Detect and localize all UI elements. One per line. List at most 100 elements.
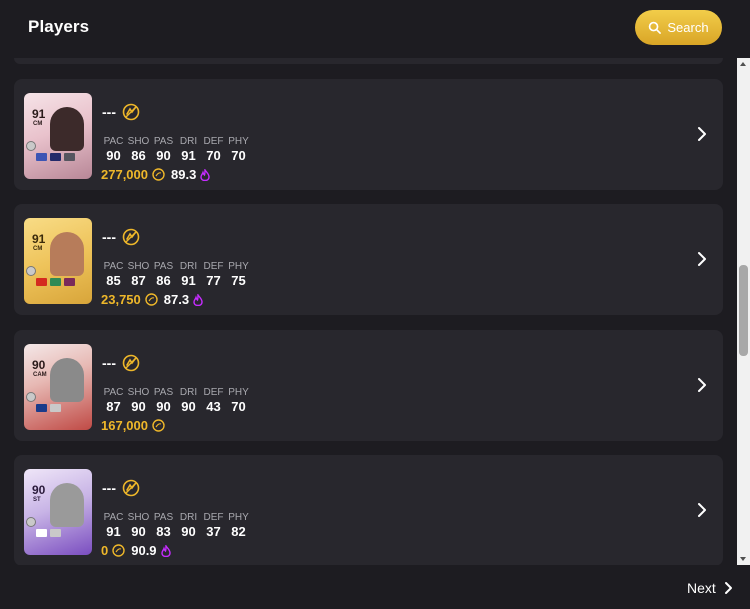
player-card-image[interactable]: 90 CAM	[24, 344, 92, 430]
next-button-label: Next	[687, 580, 716, 596]
stat-label: PAC	[103, 512, 124, 523]
price-value: 167,000	[101, 418, 148, 433]
scroll-down-arrow[interactable]	[740, 557, 746, 561]
stat-value: 70	[206, 148, 221, 163]
rarity-badge-icon	[26, 141, 36, 151]
player-portrait	[50, 358, 84, 402]
stat-value: 90	[131, 399, 146, 414]
stat-label: PAC	[103, 136, 124, 147]
flag-icon	[64, 278, 75, 286]
stat-label: PAC	[103, 261, 124, 272]
stats-row: PAC 90 SHO 86 PAS 90 DRI 91 DEF 70 PHY 70	[101, 135, 251, 164]
stat-label: PAS	[153, 136, 174, 147]
stat-value: 90	[181, 399, 196, 414]
stat-phy: PHY 70	[226, 135, 251, 164]
rarity-badge-icon	[26, 266, 36, 276]
price-value: 0	[101, 543, 109, 558]
stat-sho: SHO 86	[126, 135, 151, 164]
nation-club-league-icons	[36, 278, 75, 286]
fire-icon	[193, 293, 203, 306]
stat-value: 90	[156, 148, 171, 163]
coin-icon	[152, 168, 165, 181]
coin-icon	[112, 544, 125, 557]
player-card-image[interactable]: 91 CM	[24, 93, 92, 179]
player-portrait	[50, 483, 84, 527]
coin-icon	[152, 419, 165, 432]
stat-label: DRI	[179, 136, 198, 147]
price-rating-row: 167,000	[101, 418, 165, 433]
stat-pas: PAS 90	[151, 135, 176, 164]
chevron-right-icon[interactable]	[696, 251, 708, 267]
stat-def: DEF 37	[201, 511, 226, 540]
stat-value: 77	[206, 273, 221, 288]
stat-value: 87	[131, 273, 146, 288]
fire-icon	[200, 168, 211, 181]
player-rating-value: 90.9	[131, 543, 157, 558]
player-card[interactable]: 90 ST --- PAC 91 SHO 90 PAS 83 DRI 90 DEF 37 PHY 82 0 90…	[14, 455, 723, 566]
player-card[interactable]: 91 CM --- PAC 90 SHO 86 PAS 90 DRI 91 DEF 70 PHY 70 277…	[14, 79, 723, 190]
stat-phy: PHY 70	[226, 386, 251, 415]
stat-label: DEF	[203, 136, 224, 147]
flag-icon	[36, 278, 47, 286]
chemistry-style-icon	[122, 479, 140, 497]
card-position: CM	[33, 246, 43, 252]
stat-dri: DRI 91	[176, 260, 201, 289]
stat-pac: PAC 87	[101, 386, 126, 415]
next-button[interactable]: Next	[687, 580, 733, 596]
chevron-right-icon[interactable]	[696, 377, 708, 393]
player-portrait	[50, 232, 84, 276]
card-rating: 91	[32, 232, 46, 246]
stat-label: SHO	[127, 261, 150, 272]
price-value: 277,000	[101, 167, 148, 182]
previous-card-edge	[14, 58, 723, 64]
stat-value: 70	[231, 148, 246, 163]
stat-value: 90	[156, 399, 171, 414]
player-name: ---	[102, 480, 116, 496]
stat-label: DEF	[203, 261, 224, 272]
flag-icon	[36, 153, 47, 161]
stat-phy: PHY 75	[226, 260, 251, 289]
scroll-up-arrow[interactable]	[740, 62, 746, 66]
player-card-image[interactable]: 90 ST	[24, 469, 92, 555]
stat-label: SHO	[127, 387, 150, 398]
stats-row: PAC 87 SHO 90 PAS 90 DRI 90 DEF 43 PHY 70	[101, 386, 251, 415]
stat-label: PHY	[228, 387, 249, 398]
flag-icon	[50, 404, 61, 412]
stat-sho: SHO 90	[126, 386, 151, 415]
nation-club-league-icons	[36, 153, 75, 161]
card-position: CAM	[33, 372, 47, 378]
stat-sho: SHO 87	[126, 260, 151, 289]
stats-row: PAC 85 SHO 87 PAS 86 DRI 91 DEF 77 PHY 75	[101, 260, 251, 289]
stat-value: 91	[181, 148, 196, 163]
search-button[interactable]: Search	[635, 10, 722, 45]
stat-pac: PAC 90	[101, 135, 126, 164]
price-rating-row: 0 90.9	[101, 543, 171, 558]
search-icon	[649, 21, 662, 34]
price-rating-row: 277,000 89.3	[101, 167, 211, 182]
chevron-right-icon[interactable]	[696, 126, 708, 142]
stats-row: PAC 91 SHO 90 PAS 83 DRI 90 DEF 37 PHY 82	[101, 511, 251, 540]
chevron-right-icon	[724, 582, 732, 594]
stat-value: 82	[231, 524, 246, 539]
player-name: ---	[102, 104, 116, 120]
player-card[interactable]: 91 CM --- PAC 85 SHO 87 PAS 86 DRI 91 DEF 77 PHY 75 23,…	[14, 204, 723, 315]
card-position: CM	[33, 121, 43, 127]
player-rating-value: 89.3	[171, 167, 197, 182]
flag-icon	[50, 529, 61, 537]
stat-def: DEF 70	[201, 135, 226, 164]
coin-icon	[145, 293, 158, 306]
scrollbar-thumb[interactable]	[739, 265, 748, 356]
stat-label: SHO	[127, 512, 150, 523]
card-rating: 90	[32, 358, 46, 372]
stat-value: 83	[156, 524, 171, 539]
flag-icon	[50, 153, 61, 161]
stat-dri: DRI 91	[176, 135, 201, 164]
stat-value: 90	[106, 148, 121, 163]
rarity-badge-icon	[26, 517, 36, 527]
rarity-badge-icon	[26, 392, 36, 402]
chevron-right-icon[interactable]	[696, 502, 708, 518]
player-card[interactable]: 90 CAM --- PAC 87 SHO 90 PAS 90 DRI 90 DEF 43 PHY 70 16…	[14, 330, 723, 441]
stat-pac: PAC 91	[101, 511, 126, 540]
player-name: ---	[102, 229, 116, 245]
player-card-image[interactable]: 91 CM	[24, 218, 92, 304]
